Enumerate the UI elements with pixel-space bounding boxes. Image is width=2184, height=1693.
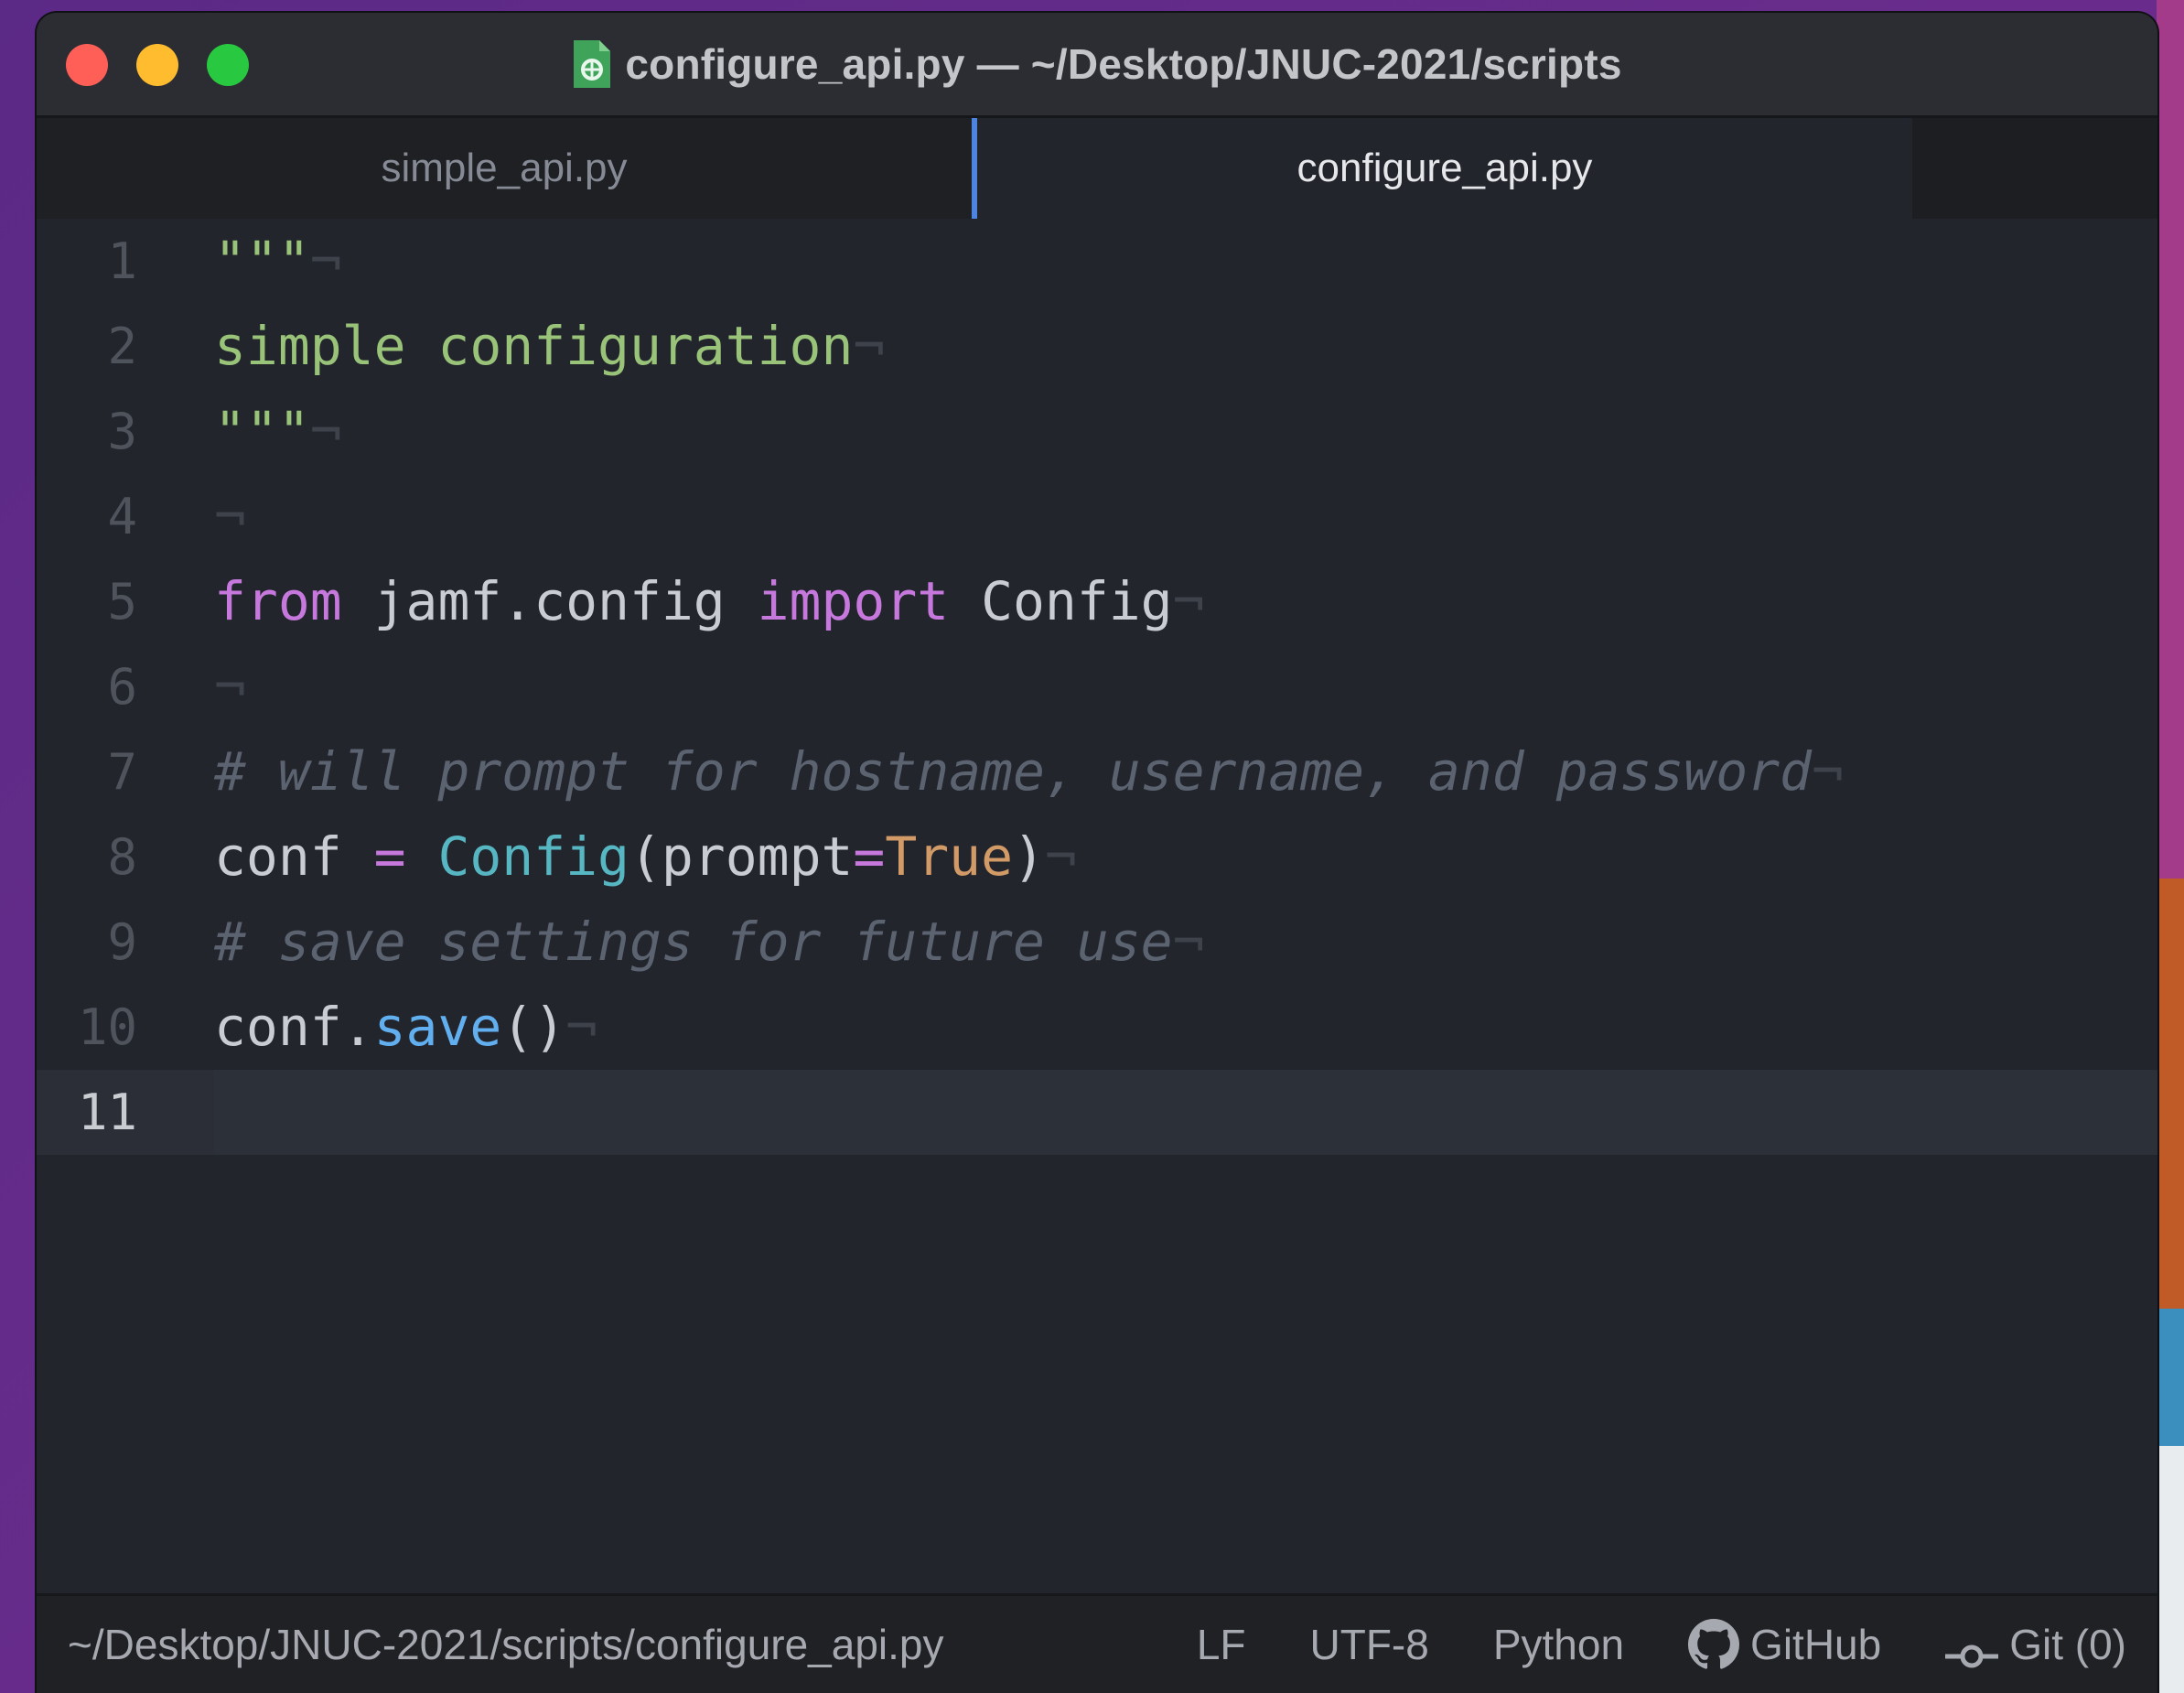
tab-label: configure_api.py	[1296, 146, 1593, 190]
code-text: ¬	[214, 655, 246, 717]
line-number: 9	[107, 913, 137, 971]
code-text: # save settings for future use¬	[214, 911, 1205, 973]
line-ending-selector[interactable]: LF	[1197, 1620, 1246, 1669]
code-editor[interactable]: 1 """¬ 2 simple configuration¬ 3 """¬ 4 …	[37, 219, 2157, 1610]
code-line: 2 simple configuration¬	[37, 304, 2157, 389]
editor-window: configure_api.py — ~/Desktop/JNUC-2021/s…	[37, 13, 2157, 1693]
git-label: Git (0)	[2009, 1621, 2126, 1668]
code-line: 7 # will prompt for hostname, username, …	[37, 729, 2157, 814]
code-line: 8 conf = Config(prompt=True)¬	[37, 814, 2157, 900]
tab-configure-api[interactable]: configure_api.py	[972, 118, 1912, 219]
line-number: 2	[107, 318, 137, 375]
code-text: conf.save()¬	[214, 996, 598, 1058]
code-text: conf = Config(prompt=True)¬	[214, 825, 1077, 888]
line-number: 5	[107, 573, 137, 631]
tab-simple-api[interactable]: simple_api.py	[37, 118, 972, 219]
python-file-icon	[572, 38, 612, 90]
code-line: 1 """¬	[37, 219, 2157, 304]
line-number: 1	[107, 232, 137, 290]
grammar-selector[interactable]: Python	[1493, 1620, 1624, 1669]
code-text: """¬	[214, 400, 342, 462]
code-line: 3 """¬	[37, 389, 2157, 474]
git-button[interactable]: Git (0)	[1945, 1620, 2126, 1669]
line-number: 10	[77, 998, 137, 1056]
title-bar: configure_api.py — ~/Desktop/JNUC-2021/s…	[37, 13, 2157, 118]
code-line-current: 11	[37, 1070, 2157, 1155]
line-number: 3	[107, 403, 137, 460]
tab-label: simple_api.py	[381, 146, 628, 190]
code-line: 6 ¬	[37, 644, 2157, 729]
window-title: configure_api.py — ~/Desktop/JNUC-2021/s…	[625, 40, 1622, 88]
encoding-selector[interactable]: UTF-8	[1310, 1620, 1429, 1669]
tab-bar: simple_api.py configure_api.py	[37, 118, 2157, 219]
tab-bar-empty-area	[1912, 118, 2157, 219]
github-button[interactable]: GitHub	[1688, 1619, 1881, 1670]
line-number: 7	[107, 743, 137, 801]
git-commit-icon	[1945, 1631, 1999, 1668]
line-number: 6	[107, 658, 137, 716]
file-path[interactable]: ~/Desktop/JNUC-2021/scripts/configure_ap…	[68, 1596, 944, 1693]
code-text: ¬	[214, 485, 246, 547]
line-number: 8	[107, 828, 137, 886]
code-line: 4 ¬	[37, 474, 2157, 559]
code-line: 9 # save settings for future use¬	[37, 900, 2157, 985]
code-text: """¬	[214, 230, 342, 292]
current-line-highlight	[214, 1070, 2157, 1155]
code-text: # will prompt for hostname, username, an…	[214, 740, 1844, 803]
code-text: from jamf.config import Config¬	[214, 570, 1205, 632]
code-line: 10 conf.save()¬	[37, 985, 2157, 1070]
line-number: 4	[107, 488, 137, 545]
status-bar: ~/Desktop/JNUC-2021/scripts/configure_ap…	[37, 1593, 2157, 1693]
line-number: 11	[77, 1084, 137, 1141]
code-line: 5 from jamf.config import Config¬	[37, 559, 2157, 644]
github-label: GitHub	[1750, 1621, 1882, 1668]
github-icon	[1688, 1619, 1740, 1670]
code-text: simple configuration¬	[214, 315, 886, 377]
